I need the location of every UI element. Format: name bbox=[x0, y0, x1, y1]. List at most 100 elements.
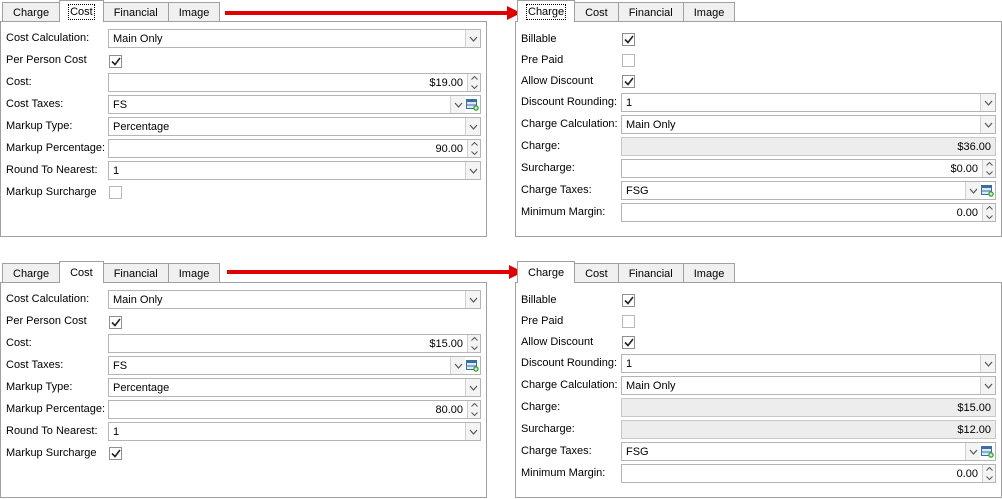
minimum-margin-field[interactable]: 0.00 bbox=[621, 464, 996, 483]
surcharge-field[interactable]: $0.00 bbox=[621, 159, 996, 178]
chevron-down-icon[interactable] bbox=[465, 118, 480, 135]
allow-discount-checkbox[interactable] bbox=[622, 75, 635, 88]
cost-taxes-select[interactable]: FS bbox=[108, 356, 481, 375]
tab-cost[interactable]: Cost bbox=[574, 263, 619, 283]
field-value: $19.00 bbox=[429, 76, 463, 89]
spinner[interactable] bbox=[982, 160, 995, 177]
per-person-cost-checkbox[interactable] bbox=[109, 316, 122, 329]
spin-up-icon[interactable] bbox=[468, 74, 480, 83]
round-to-nearest-select[interactable]: 1 bbox=[108, 161, 481, 180]
charge-calculation-select[interactable]: Main Only bbox=[621, 376, 996, 395]
chevron-down-icon[interactable] bbox=[465, 162, 480, 179]
allow-discount-checkbox[interactable] bbox=[622, 336, 635, 349]
charge-calculation-select[interactable]: Main Only bbox=[621, 115, 996, 134]
billable-checkbox[interactable] bbox=[622, 33, 635, 46]
discount-rounding-select[interactable]: 1 bbox=[621, 354, 996, 373]
spin-up-icon[interactable] bbox=[468, 335, 480, 344]
field-value: $36.00 bbox=[957, 140, 991, 153]
spin-down-icon[interactable] bbox=[468, 83, 480, 92]
spinner[interactable] bbox=[982, 465, 995, 482]
tab-charge[interactable]: Charge bbox=[517, 0, 576, 22]
cost-label: Cost: bbox=[6, 76, 32, 88]
tax-table-icon[interactable] bbox=[980, 182, 995, 199]
cost-taxes-select[interactable]: FS bbox=[108, 95, 481, 114]
bottom-charge-panel: Charge Cost Financial Image Billable Pre… bbox=[515, 261, 1002, 499]
chevron-down-icon[interactable] bbox=[980, 355, 995, 372]
spin-up-icon[interactable] bbox=[983, 160, 995, 169]
spin-down-icon[interactable] bbox=[468, 344, 480, 353]
spin-up-icon[interactable] bbox=[983, 465, 995, 474]
spin-up-icon[interactable] bbox=[983, 204, 995, 213]
chevron-down-icon[interactable] bbox=[450, 357, 465, 374]
billable-checkbox[interactable] bbox=[622, 294, 635, 307]
tax-table-icon[interactable] bbox=[465, 357, 480, 374]
markup-type-select[interactable]: Percentage bbox=[108, 117, 481, 136]
tab-strip: Charge Cost Financial Image bbox=[515, 0, 736, 22]
markup-surcharge-checkbox[interactable] bbox=[109, 447, 122, 460]
cost-taxes-label: Cost Taxes: bbox=[6, 98, 64, 110]
tab-cost[interactable]: Cost bbox=[574, 2, 619, 22]
charge-calculation-label: Charge Calculation: bbox=[521, 118, 618, 130]
chevron-down-icon[interactable] bbox=[465, 379, 480, 396]
cost-field[interactable]: $15.00 bbox=[108, 334, 481, 353]
chevron-down-icon[interactable] bbox=[980, 377, 995, 394]
spin-down-icon[interactable] bbox=[983, 213, 995, 222]
tab-financial[interactable]: Financial bbox=[617, 2, 684, 22]
chevron-down-icon[interactable] bbox=[465, 291, 480, 308]
markup-percentage-field[interactable]: 90.00 bbox=[108, 139, 481, 158]
chevron-down-icon[interactable] bbox=[465, 423, 480, 440]
spin-down-icon[interactable] bbox=[983, 474, 995, 483]
tax-table-icon[interactable] bbox=[465, 96, 480, 113]
markup-surcharge-checkbox[interactable] bbox=[109, 186, 122, 199]
spinner[interactable] bbox=[467, 140, 480, 157]
chevron-down-icon[interactable] bbox=[965, 443, 980, 460]
tab-financial[interactable]: Financial bbox=[102, 263, 169, 283]
chevron-down-icon[interactable] bbox=[980, 116, 995, 133]
tab-charge[interactable]: Charge bbox=[2, 2, 61, 22]
spinner[interactable] bbox=[467, 74, 480, 91]
markup-type-select[interactable]: Percentage bbox=[108, 378, 481, 397]
charge-taxes-select[interactable]: FSG bbox=[621, 181, 996, 200]
select-value: 1 bbox=[113, 425, 120, 438]
cost-calculation-select[interactable]: Main Only bbox=[108, 29, 481, 48]
minimum-margin-field[interactable]: 0.00 bbox=[621, 203, 996, 222]
spinner[interactable] bbox=[467, 401, 480, 418]
tab-strip: Charge Cost Financial Image bbox=[0, 0, 221, 22]
spin-down-icon[interactable] bbox=[468, 410, 480, 419]
tab-image[interactable]: Image bbox=[167, 263, 221, 283]
pre-paid-checkbox[interactable] bbox=[622, 54, 635, 67]
surcharge-label: Surcharge: bbox=[521, 162, 575, 174]
chevron-down-icon[interactable] bbox=[450, 96, 465, 113]
per-person-cost-checkbox[interactable] bbox=[109, 55, 122, 68]
tax-table-icon[interactable] bbox=[980, 443, 995, 460]
tab-charge[interactable]: Charge bbox=[517, 261, 576, 283]
select-value: Main Only bbox=[626, 118, 676, 131]
chevron-down-icon[interactable] bbox=[980, 94, 995, 111]
tab-financial[interactable]: Financial bbox=[617, 263, 684, 283]
markup-percentage-field[interactable]: 80.00 bbox=[108, 400, 481, 419]
spinner[interactable] bbox=[982, 204, 995, 221]
tab-cost[interactable]: Cost bbox=[59, 261, 104, 283]
discount-rounding-select[interactable]: 1 bbox=[621, 93, 996, 112]
charge-field: $36.00 bbox=[621, 137, 996, 156]
tab-image[interactable]: Image bbox=[682, 2, 736, 22]
spin-down-icon[interactable] bbox=[983, 169, 995, 178]
chevron-down-icon[interactable] bbox=[965, 182, 980, 199]
cost-field[interactable]: $19.00 bbox=[108, 73, 481, 92]
round-to-nearest-select[interactable]: 1 bbox=[108, 422, 481, 441]
tab-cost[interactable]: Cost bbox=[59, 0, 104, 22]
spin-down-icon[interactable] bbox=[468, 149, 480, 158]
cost-calculation-select[interactable]: Main Only bbox=[108, 290, 481, 309]
charge-taxes-select[interactable]: FSG bbox=[621, 442, 996, 461]
spinner[interactable] bbox=[467, 335, 480, 352]
tab-image[interactable]: Image bbox=[682, 263, 736, 283]
chevron-down-icon[interactable] bbox=[465, 30, 480, 47]
tab-charge[interactable]: Charge bbox=[2, 263, 61, 283]
pre-paid-checkbox[interactable] bbox=[622, 315, 635, 328]
tab-financial[interactable]: Financial bbox=[102, 2, 169, 22]
tab-label: Charge bbox=[528, 266, 565, 279]
spin-up-icon[interactable] bbox=[468, 401, 480, 410]
spin-up-icon[interactable] bbox=[468, 140, 480, 149]
tab-image[interactable]: Image bbox=[167, 2, 221, 22]
field-value: $12.00 bbox=[957, 423, 991, 436]
